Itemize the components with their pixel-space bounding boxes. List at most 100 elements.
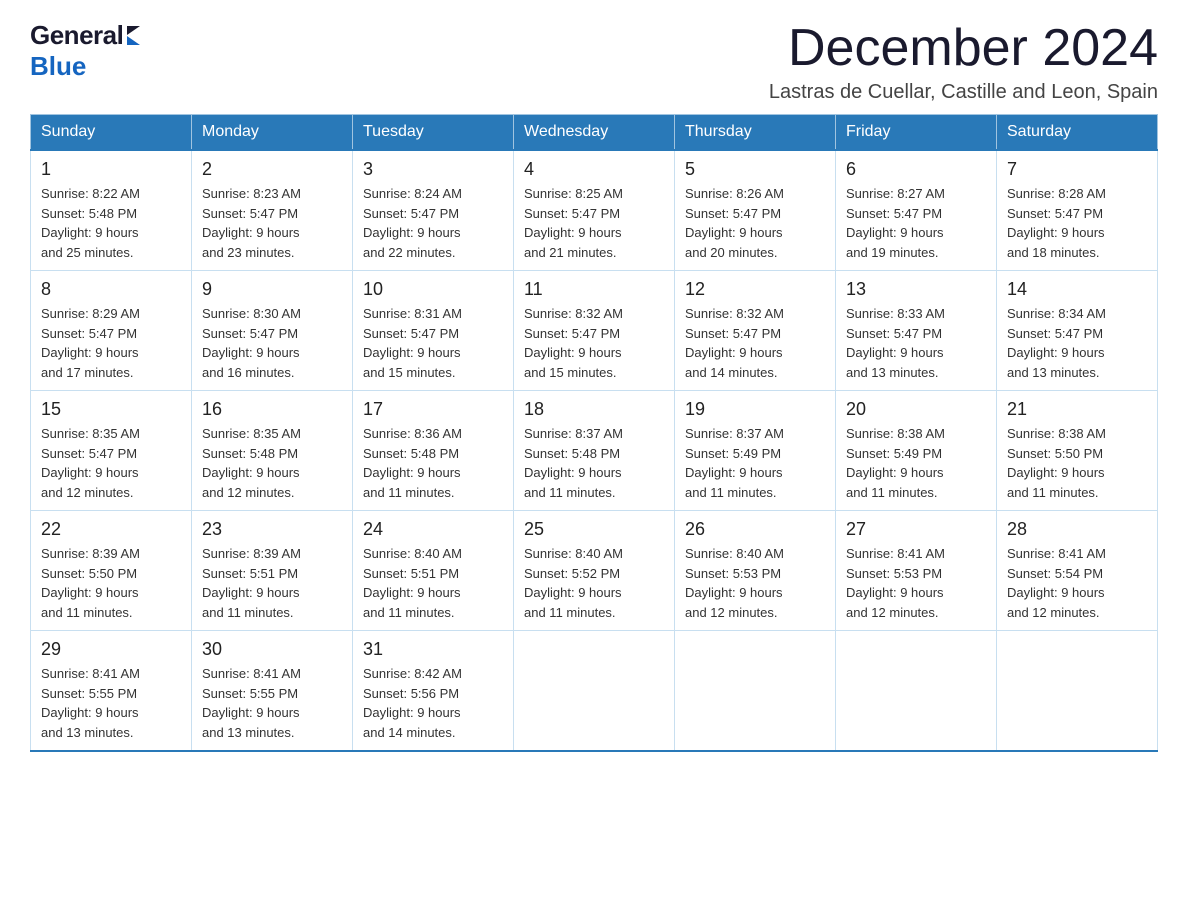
calendar-cell: 10 Sunrise: 8:31 AM Sunset: 5:47 PM Dayl…	[353, 271, 514, 391]
day-number: 12	[685, 279, 825, 300]
day-info: Sunrise: 8:41 AM Sunset: 5:55 PM Dayligh…	[41, 664, 181, 742]
day-number: 29	[41, 639, 181, 660]
day-info: Sunrise: 8:36 AM Sunset: 5:48 PM Dayligh…	[363, 424, 503, 502]
calendar-cell: 23 Sunrise: 8:39 AM Sunset: 5:51 PM Dayl…	[192, 511, 353, 631]
calendar-cell	[997, 631, 1158, 752]
day-info: Sunrise: 8:30 AM Sunset: 5:47 PM Dayligh…	[202, 304, 342, 382]
calendar-cell: 27 Sunrise: 8:41 AM Sunset: 5:53 PM Dayl…	[836, 511, 997, 631]
logo-blue: Blue	[30, 51, 86, 82]
calendar-cell: 17 Sunrise: 8:36 AM Sunset: 5:48 PM Dayl…	[353, 391, 514, 511]
calendar-cell: 3 Sunrise: 8:24 AM Sunset: 5:47 PM Dayli…	[353, 150, 514, 271]
day-info: Sunrise: 8:41 AM Sunset: 5:55 PM Dayligh…	[202, 664, 342, 742]
calendar-cell: 1 Sunrise: 8:22 AM Sunset: 5:48 PM Dayli…	[31, 150, 192, 271]
day-number: 17	[363, 399, 503, 420]
calendar-cell: 7 Sunrise: 8:28 AM Sunset: 5:47 PM Dayli…	[997, 150, 1158, 271]
day-number: 28	[1007, 519, 1147, 540]
calendar-cell: 6 Sunrise: 8:27 AM Sunset: 5:47 PM Dayli…	[836, 150, 997, 271]
day-info: Sunrise: 8:31 AM Sunset: 5:47 PM Dayligh…	[363, 304, 503, 382]
calendar-cell: 28 Sunrise: 8:41 AM Sunset: 5:54 PM Dayl…	[997, 511, 1158, 631]
day-info: Sunrise: 8:37 AM Sunset: 5:48 PM Dayligh…	[524, 424, 664, 502]
calendar-cell	[514, 631, 675, 752]
day-number: 22	[41, 519, 181, 540]
weekday-header-wednesday: Wednesday	[514, 115, 675, 151]
day-info: Sunrise: 8:29 AM Sunset: 5:47 PM Dayligh…	[41, 304, 181, 382]
calendar-week-row: 29 Sunrise: 8:41 AM Sunset: 5:55 PM Dayl…	[31, 631, 1158, 752]
day-number: 14	[1007, 279, 1147, 300]
day-number: 16	[202, 399, 342, 420]
day-number: 23	[202, 519, 342, 540]
day-number: 7	[1007, 159, 1147, 180]
day-info: Sunrise: 8:27 AM Sunset: 5:47 PM Dayligh…	[846, 184, 986, 262]
day-info: Sunrise: 8:34 AM Sunset: 5:47 PM Dayligh…	[1007, 304, 1147, 382]
weekday-header-monday: Monday	[192, 115, 353, 151]
calendar-cell: 18 Sunrise: 8:37 AM Sunset: 5:48 PM Dayl…	[514, 391, 675, 511]
day-number: 21	[1007, 399, 1147, 420]
calendar-week-row: 1 Sunrise: 8:22 AM Sunset: 5:48 PM Dayli…	[31, 150, 1158, 271]
calendar-week-row: 22 Sunrise: 8:39 AM Sunset: 5:50 PM Dayl…	[31, 511, 1158, 631]
day-info: Sunrise: 8:40 AM Sunset: 5:51 PM Dayligh…	[363, 544, 503, 622]
day-info: Sunrise: 8:39 AM Sunset: 5:51 PM Dayligh…	[202, 544, 342, 622]
day-info: Sunrise: 8:22 AM Sunset: 5:48 PM Dayligh…	[41, 184, 181, 262]
calendar-cell: 16 Sunrise: 8:35 AM Sunset: 5:48 PM Dayl…	[192, 391, 353, 511]
calendar-cell: 13 Sunrise: 8:33 AM Sunset: 5:47 PM Dayl…	[836, 271, 997, 391]
day-number: 6	[846, 159, 986, 180]
weekday-header-saturday: Saturday	[997, 115, 1158, 151]
calendar-week-row: 8 Sunrise: 8:29 AM Sunset: 5:47 PM Dayli…	[31, 271, 1158, 391]
logo-general: General	[30, 20, 123, 51]
day-info: Sunrise: 8:41 AM Sunset: 5:53 PM Dayligh…	[846, 544, 986, 622]
calendar-cell: 24 Sunrise: 8:40 AM Sunset: 5:51 PM Dayl…	[353, 511, 514, 631]
location-title: Lastras de Cuellar, Castille and Leon, S…	[769, 81, 1158, 104]
day-number: 20	[846, 399, 986, 420]
day-number: 10	[363, 279, 503, 300]
day-number: 25	[524, 519, 664, 540]
weekday-header-thursday: Thursday	[675, 115, 836, 151]
day-info: Sunrise: 8:32 AM Sunset: 5:47 PM Dayligh…	[685, 304, 825, 382]
day-info: Sunrise: 8:37 AM Sunset: 5:49 PM Dayligh…	[685, 424, 825, 502]
calendar-cell: 25 Sunrise: 8:40 AM Sunset: 5:52 PM Dayl…	[514, 511, 675, 631]
day-number: 18	[524, 399, 664, 420]
title-area: December 2024 Lastras de Cuellar, Castil…	[769, 20, 1158, 104]
weekday-header-sunday: Sunday	[31, 115, 192, 151]
calendar-cell: 22 Sunrise: 8:39 AM Sunset: 5:50 PM Dayl…	[31, 511, 192, 631]
weekday-header-friday: Friday	[836, 115, 997, 151]
month-year-title: December 2024	[769, 20, 1158, 77]
calendar-cell	[675, 631, 836, 752]
day-number: 19	[685, 399, 825, 420]
day-number: 30	[202, 639, 342, 660]
calendar-cell: 8 Sunrise: 8:29 AM Sunset: 5:47 PM Dayli…	[31, 271, 192, 391]
day-number: 3	[363, 159, 503, 180]
day-number: 11	[524, 279, 664, 300]
day-info: Sunrise: 8:28 AM Sunset: 5:47 PM Dayligh…	[1007, 184, 1147, 262]
calendar-cell: 15 Sunrise: 8:35 AM Sunset: 5:47 PM Dayl…	[31, 391, 192, 511]
calendar-cell: 20 Sunrise: 8:38 AM Sunset: 5:49 PM Dayl…	[836, 391, 997, 511]
day-info: Sunrise: 8:38 AM Sunset: 5:49 PM Dayligh…	[846, 424, 986, 502]
calendar-cell: 19 Sunrise: 8:37 AM Sunset: 5:49 PM Dayl…	[675, 391, 836, 511]
day-info: Sunrise: 8:26 AM Sunset: 5:47 PM Dayligh…	[685, 184, 825, 262]
calendar-cell: 21 Sunrise: 8:38 AM Sunset: 5:50 PM Dayl…	[997, 391, 1158, 511]
day-number: 1	[41, 159, 181, 180]
calendar-cell: 12 Sunrise: 8:32 AM Sunset: 5:47 PM Dayl…	[675, 271, 836, 391]
calendar-cell: 29 Sunrise: 8:41 AM Sunset: 5:55 PM Dayl…	[31, 631, 192, 752]
day-number: 27	[846, 519, 986, 540]
day-info: Sunrise: 8:32 AM Sunset: 5:47 PM Dayligh…	[524, 304, 664, 382]
calendar-cell: 31 Sunrise: 8:42 AM Sunset: 5:56 PM Dayl…	[353, 631, 514, 752]
day-info: Sunrise: 8:40 AM Sunset: 5:53 PM Dayligh…	[685, 544, 825, 622]
page-header: General Blue December 2024 Lastras de Cu…	[30, 20, 1158, 104]
day-info: Sunrise: 8:35 AM Sunset: 5:48 PM Dayligh…	[202, 424, 342, 502]
calendar-cell: 30 Sunrise: 8:41 AM Sunset: 5:55 PM Dayl…	[192, 631, 353, 752]
day-info: Sunrise: 8:40 AM Sunset: 5:52 PM Dayligh…	[524, 544, 664, 622]
logo: General Blue	[30, 20, 140, 82]
day-number: 2	[202, 159, 342, 180]
day-info: Sunrise: 8:35 AM Sunset: 5:47 PM Dayligh…	[41, 424, 181, 502]
calendar-cell	[836, 631, 997, 752]
day-number: 31	[363, 639, 503, 660]
day-info: Sunrise: 8:42 AM Sunset: 5:56 PM Dayligh…	[363, 664, 503, 742]
day-info: Sunrise: 8:38 AM Sunset: 5:50 PM Dayligh…	[1007, 424, 1147, 502]
day-number: 4	[524, 159, 664, 180]
day-info: Sunrise: 8:39 AM Sunset: 5:50 PM Dayligh…	[41, 544, 181, 622]
weekday-header-row: SundayMondayTuesdayWednesdayThursdayFrid…	[31, 115, 1158, 151]
day-info: Sunrise: 8:24 AM Sunset: 5:47 PM Dayligh…	[363, 184, 503, 262]
day-number: 8	[41, 279, 181, 300]
calendar-week-row: 15 Sunrise: 8:35 AM Sunset: 5:47 PM Dayl…	[31, 391, 1158, 511]
day-number: 13	[846, 279, 986, 300]
